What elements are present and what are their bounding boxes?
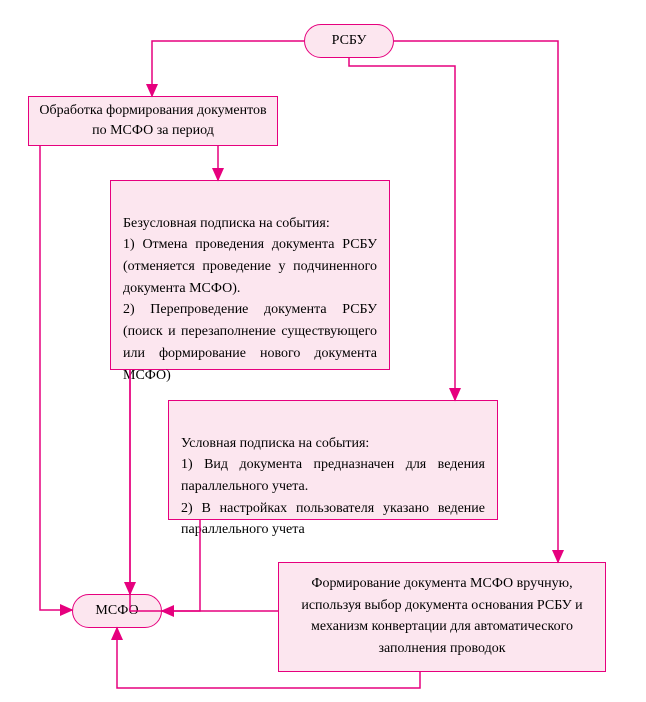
node-processing-label: Обработка формирования документов по МСФ… <box>39 101 267 140</box>
node-manual: Формирование документа МСФО вручную, исп… <box>278 562 606 672</box>
node-msfo: МСФО <box>72 594 162 628</box>
node-rsbu-label: РСБУ <box>332 33 367 49</box>
node-conditional: Условная подписка на события: 1) Вид док… <box>168 400 498 520</box>
node-unconditional-text: Безусловная подписка на события: 1) Отме… <box>123 216 377 383</box>
node-manual-text: Формирование документа МСФО вручную, исп… <box>301 576 582 656</box>
node-msfo-label: МСФО <box>95 603 138 619</box>
node-conditional-text: Условная подписка на события: 1) Вид док… <box>181 436 485 538</box>
node-processing: Обработка формирования документов по МСФ… <box>28 96 278 146</box>
node-rsbu: РСБУ <box>304 24 394 58</box>
node-unconditional: Безусловная подписка на события: 1) Отме… <box>110 180 390 370</box>
